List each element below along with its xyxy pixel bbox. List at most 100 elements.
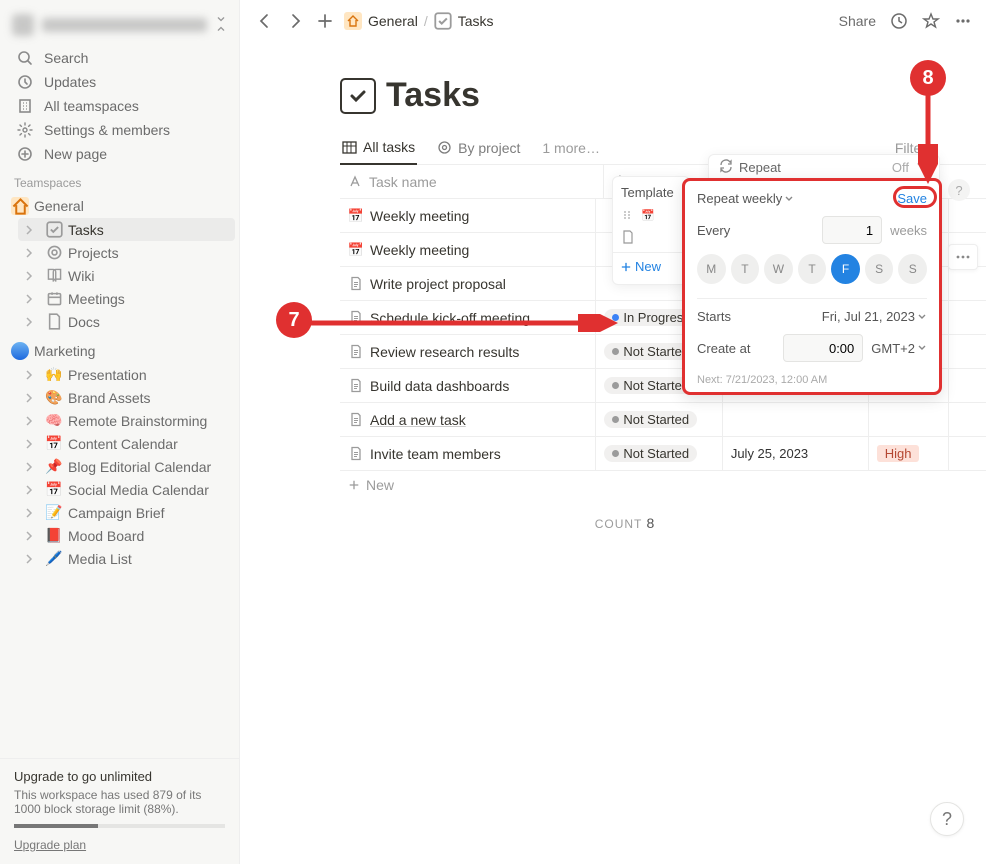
sidebar-search[interactable]: Search xyxy=(8,46,231,70)
sidebar-item-meetings[interactable]: Meetings xyxy=(18,287,235,310)
share-button[interactable]: Share xyxy=(839,13,876,29)
sidebar-item-blog editorial calendar[interactable]: 📌 Blog Editorial Calendar xyxy=(18,455,235,478)
table-row[interactable]: Invite team members Not Started July 25,… xyxy=(340,437,986,471)
day-5[interactable]: S xyxy=(865,254,894,284)
breadcrumb-top[interactable]: General xyxy=(368,13,418,29)
popover-help-icon[interactable]: ? xyxy=(948,179,970,201)
task-icon xyxy=(348,446,364,461)
sidebar-item-campaign brief[interactable]: 📝 Campaign Brief xyxy=(18,501,235,524)
task-name: Weekly meeting xyxy=(370,242,469,258)
new-row[interactable]: New xyxy=(340,471,986,499)
page-icon[interactable] xyxy=(340,78,376,114)
priority-cell[interactable] xyxy=(869,403,949,436)
sidebar-teamspaces[interactable]: All teamspaces xyxy=(8,94,231,118)
upgrade-desc: This workspace has used 879 of its 1000 … xyxy=(14,788,225,816)
tab-all-tasks[interactable]: All tasks xyxy=(340,133,417,165)
repeat-header[interactable]: Repeat Off xyxy=(708,154,940,180)
upgrade-link[interactable]: Upgrade plan xyxy=(14,838,86,852)
starts-picker[interactable]: Fri, Jul 21, 2023 xyxy=(822,309,927,324)
template-item-doc[interactable] xyxy=(613,226,689,248)
sidebar-item-wiki[interactable]: Wiki xyxy=(18,264,235,287)
arrow-7 xyxy=(308,314,618,332)
status-cell[interactable]: Not Started xyxy=(596,403,723,436)
sidebar-item-projects[interactable]: Projects xyxy=(18,241,235,264)
sidebar-updates[interactable]: Updates xyxy=(8,70,231,94)
day-4[interactable]: F xyxy=(831,254,860,284)
page-emoji: 📅 xyxy=(44,481,64,498)
page-icon xyxy=(44,290,64,307)
sidebar-item-media list[interactable]: 🖊️ Media List xyxy=(18,547,235,570)
col-task-name[interactable]: Task name xyxy=(340,165,604,198)
date-cell[interactable]: July 25, 2023 xyxy=(723,437,869,470)
repeat-icon xyxy=(719,159,733,176)
timezone-label: GMT+2 xyxy=(871,341,915,356)
tab-more[interactable]: 1 more… xyxy=(540,134,602,164)
repeat-mode-dropdown[interactable]: Repeat weekly xyxy=(697,191,794,206)
sidebar-item-label: Media List xyxy=(68,551,132,567)
chevron-right-icon xyxy=(24,531,40,541)
table-row[interactable]: Add a new task Not Started xyxy=(340,403,986,437)
priority-cell[interactable]: High xyxy=(869,437,949,470)
day-0[interactable]: M xyxy=(697,254,726,284)
date-cell[interactable] xyxy=(723,403,869,436)
chevron-right-icon xyxy=(24,294,40,304)
templates-new[interactable]: New xyxy=(613,252,689,280)
every-label: Every xyxy=(697,223,730,238)
task-icon xyxy=(348,412,364,427)
sidebar-teamspaces-label: All teamspaces xyxy=(44,98,139,114)
createat-input[interactable] xyxy=(783,334,863,362)
row-more-button[interactable] xyxy=(948,244,978,270)
new-tab[interactable] xyxy=(314,10,336,32)
status-cell[interactable]: Not Started xyxy=(596,437,723,470)
history-icon[interactable] xyxy=(890,12,908,30)
sidebar-settings[interactable]: Settings & members xyxy=(8,118,231,142)
sidebar-item-social media calendar[interactable]: 📅 Social Media Calendar xyxy=(18,478,235,501)
sidebar-item-content calendar[interactable]: 📅 Content Calendar xyxy=(18,432,235,455)
nav-forward[interactable] xyxy=(284,10,306,32)
timezone-dropdown[interactable]: GMT+2 xyxy=(871,341,927,356)
col-task-name-label: Task name xyxy=(369,174,437,190)
favorite-icon[interactable] xyxy=(922,12,940,30)
sidebar-item-label: Remote Brainstorming xyxy=(68,413,207,429)
nav-back[interactable] xyxy=(254,10,276,32)
tab-all-label: All tasks xyxy=(363,139,415,155)
day-3[interactable]: T xyxy=(798,254,827,284)
teamspace-general[interactable]: General xyxy=(4,194,235,218)
search-icon xyxy=(16,50,34,66)
day-1[interactable]: T xyxy=(731,254,760,284)
more-icon[interactable] xyxy=(954,12,972,30)
day-6[interactable]: S xyxy=(898,254,927,284)
every-input[interactable] xyxy=(822,216,882,244)
task-icon xyxy=(348,276,364,291)
day-2[interactable]: W xyxy=(764,254,793,284)
save-button[interactable]: Save xyxy=(897,191,927,206)
workspace-switcher[interactable] xyxy=(0,0,239,46)
teamspace-marketing[interactable]: Marketing xyxy=(4,339,235,363)
sidebar-item-docs[interactable]: Docs xyxy=(18,310,235,333)
sidebar-item-remote brainstorming[interactable]: 🧠 Remote Brainstorming xyxy=(18,409,235,432)
count-label: COUNT xyxy=(595,517,642,531)
task-icon xyxy=(348,344,364,359)
upgrade-title: Upgrade to go unlimited xyxy=(14,769,225,788)
page-title[interactable]: Tasks xyxy=(386,76,480,115)
next-occurrence: Next: 7/21/2023, 12:00 AM xyxy=(697,372,927,386)
page-emoji: 📕 xyxy=(44,527,64,544)
sidebar-item-label: Meetings xyxy=(68,291,125,307)
sidebar-item-brand assets[interactable]: 🎨 Brand Assets xyxy=(18,386,235,409)
tab-by-project[interactable]: By project xyxy=(435,134,522,164)
templates-title: Template xyxy=(613,181,689,204)
page-icon xyxy=(44,313,64,330)
sidebar-newpage[interactable]: New page xyxy=(8,142,231,166)
sidebar-item-label: Social Media Calendar xyxy=(68,482,209,498)
template-item-handle[interactable]: 📅 xyxy=(613,204,689,226)
sidebar-item-label: Wiki xyxy=(68,268,94,284)
sidebar-item-presentation[interactable]: 🙌 Presentation xyxy=(18,363,235,386)
sidebar-item-mood board[interactable]: 📕 Mood Board xyxy=(18,524,235,547)
sidebar-item-label: Docs xyxy=(68,314,100,330)
task-name: Write project proposal xyxy=(370,276,506,292)
breadcrumb-sub[interactable]: Tasks xyxy=(458,13,494,29)
help-button[interactable]: ? xyxy=(930,802,964,836)
page-emoji: 🖊️ xyxy=(44,550,64,567)
task-name: Review research results xyxy=(370,344,519,360)
sidebar-item-tasks[interactable]: Tasks xyxy=(18,218,235,241)
